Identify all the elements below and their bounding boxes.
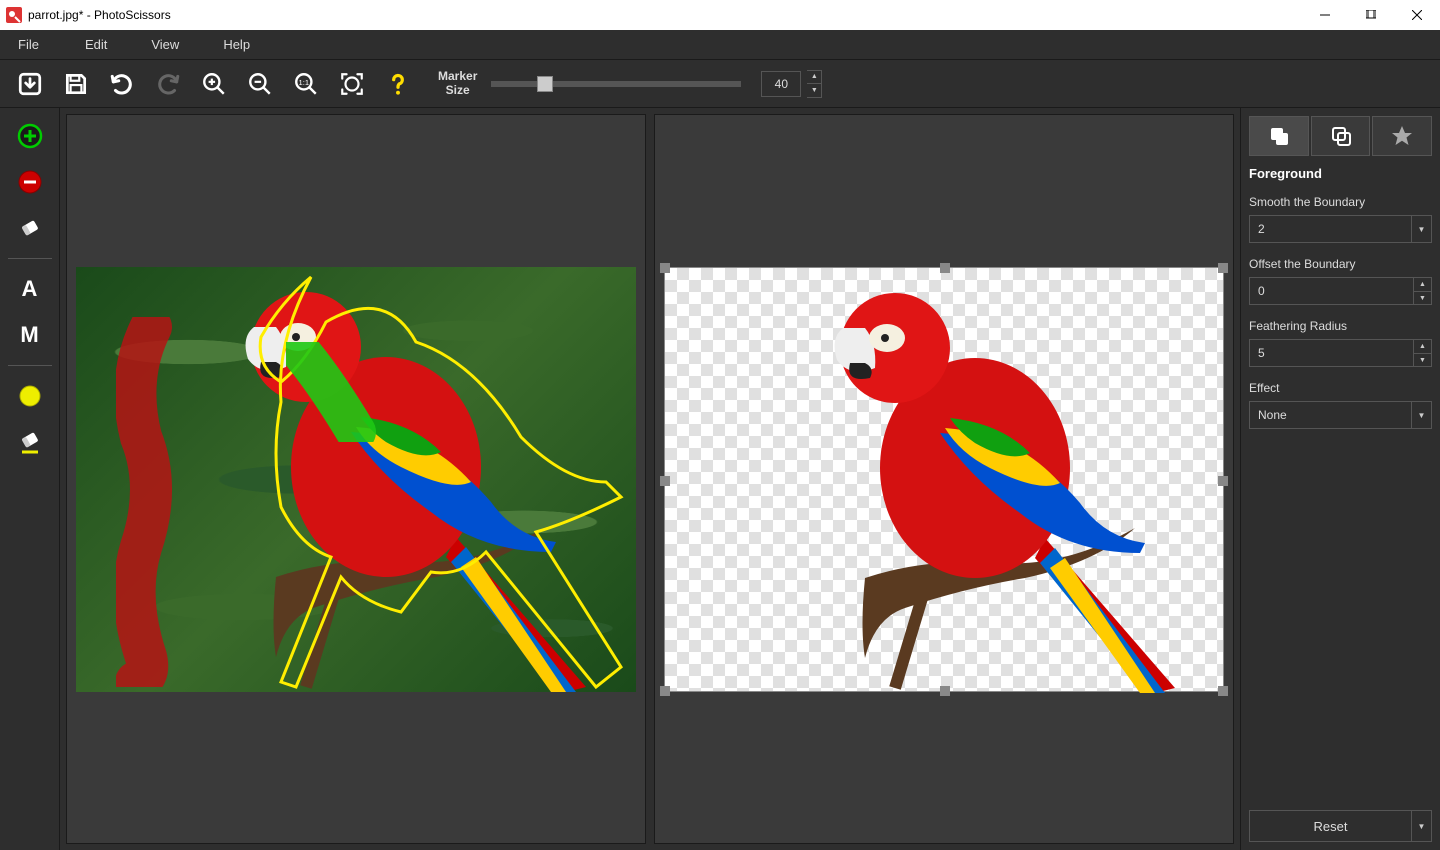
undo-button[interactable] — [102, 64, 142, 104]
main-area: A M — [0, 108, 1440, 850]
marker-size-spinner: ▲ ▼ — [807, 70, 822, 98]
result-image — [664, 267, 1224, 692]
crop-handle-r[interactable] — [1218, 476, 1228, 486]
left-toolbar: A M — [0, 108, 60, 850]
feather-combo: 5 ▲ ▼ — [1249, 339, 1432, 367]
parrot-cutout — [665, 268, 1225, 693]
smooth-value[interactable]: 2 — [1249, 215, 1412, 243]
tool-separator — [8, 365, 52, 366]
highlight-eraser-tool[interactable] — [6, 422, 54, 462]
marker-size-slider-wrap — [491, 81, 741, 87]
open-button[interactable] — [10, 64, 50, 104]
tab-effects[interactable] — [1372, 116, 1432, 156]
marker-size-label: Marker Size — [438, 70, 477, 96]
panel-title: Foreground — [1249, 166, 1432, 181]
offset-label: Offset the Boundary — [1249, 257, 1432, 271]
smooth-dropdown[interactable]: ▼ — [1412, 215, 1432, 243]
maximize-button[interactable] — [1348, 0, 1394, 30]
effect-dropdown[interactable]: ▼ — [1412, 401, 1432, 429]
effect-label: Effect — [1249, 381, 1432, 395]
sidebar-tabs — [1249, 116, 1432, 156]
feather-label: Feathering Radius — [1249, 319, 1432, 333]
zoom-fit-button[interactable] — [332, 64, 372, 104]
marker-size-input[interactable] — [761, 71, 801, 97]
tab-foreground[interactable] — [1249, 116, 1309, 156]
save-button[interactable] — [56, 64, 96, 104]
feather-down[interactable]: ▼ — [1414, 353, 1432, 367]
crop-handle-tl[interactable] — [660, 263, 670, 273]
menu-view[interactable]: View — [137, 30, 209, 59]
feather-value[interactable]: 5 — [1249, 339, 1414, 367]
crop-handle-bl[interactable] — [660, 686, 670, 696]
offset-spinner: ▲ ▼ — [1414, 277, 1432, 305]
window-title: parrot.jpg* - PhotoScissors — [28, 8, 171, 22]
tool-separator — [8, 258, 52, 259]
toolbar: 1:1 Marker Size ▲ ▼ — [0, 60, 1440, 108]
source-image — [76, 267, 636, 692]
redo-button[interactable] — [148, 64, 188, 104]
effect-combo: None ▼ — [1249, 401, 1432, 429]
offset-up[interactable]: ▲ — [1414, 277, 1432, 291]
feather-spinner: ▲ ▼ — [1414, 339, 1432, 367]
marker-size-up[interactable]: ▲ — [807, 71, 821, 84]
crop-handle-tr[interactable] — [1218, 263, 1228, 273]
crop-handle-l[interactable] — [660, 476, 670, 486]
crop-handle-b[interactable] — [940, 686, 950, 696]
crop-handle-br[interactable] — [1218, 686, 1228, 696]
reset-button[interactable]: Reset — [1249, 810, 1412, 842]
result-canvas-pane[interactable] — [654, 114, 1234, 844]
tab-background[interactable] — [1311, 116, 1371, 156]
title-bar: parrot.jpg* - PhotoScissors — [0, 0, 1440, 30]
menu-bar: File Edit View Help — [0, 30, 1440, 60]
auto-mode-tool[interactable]: A — [6, 269, 54, 309]
menu-help[interactable]: Help — [209, 30, 280, 59]
offset-combo: 0 ▲ ▼ — [1249, 277, 1432, 305]
zoom-out-button[interactable] — [240, 64, 280, 104]
zoom-in-button[interactable] — [194, 64, 234, 104]
eraser-tool[interactable] — [6, 208, 54, 248]
right-sidebar: Foreground Smooth the Boundary 2 ▼ Offse… — [1240, 108, 1440, 850]
source-canvas-pane[interactable] — [66, 114, 646, 844]
help-button[interactable] — [378, 64, 418, 104]
smooth-label: Smooth the Boundary — [1249, 195, 1432, 209]
zoom-actual-button[interactable]: 1:1 — [286, 64, 326, 104]
offset-value[interactable]: 0 — [1249, 277, 1414, 305]
smooth-combo: 2 ▼ — [1249, 215, 1432, 243]
offset-down[interactable]: ▼ — [1414, 291, 1432, 305]
menu-file[interactable]: File — [4, 30, 71, 59]
background-marker-stroke — [116, 317, 176, 687]
highlight-tool[interactable] — [6, 376, 54, 416]
foreground-marker-tool[interactable] — [6, 116, 54, 156]
foreground-marker-stroke — [286, 342, 376, 442]
marker-size-slider[interactable] — [491, 81, 741, 87]
effect-value[interactable]: None — [1249, 401, 1412, 429]
crop-handle-t[interactable] — [940, 263, 950, 273]
svg-text:1:1: 1:1 — [299, 78, 310, 87]
marker-size-down[interactable]: ▼ — [807, 84, 821, 97]
reset-dropdown[interactable]: ▼ — [1412, 810, 1432, 842]
menu-edit[interactable]: Edit — [71, 30, 137, 59]
selection-outline — [226, 272, 626, 692]
feather-up[interactable]: ▲ — [1414, 339, 1432, 353]
reset-row: Reset ▼ — [1249, 810, 1432, 842]
minimize-button[interactable] — [1302, 0, 1348, 30]
background-marker-tool[interactable] — [6, 162, 54, 202]
app-icon — [6, 7, 22, 23]
canvas-container — [60, 108, 1240, 850]
close-button[interactable] — [1394, 0, 1440, 30]
manual-mode-tool[interactable]: M — [6, 315, 54, 355]
